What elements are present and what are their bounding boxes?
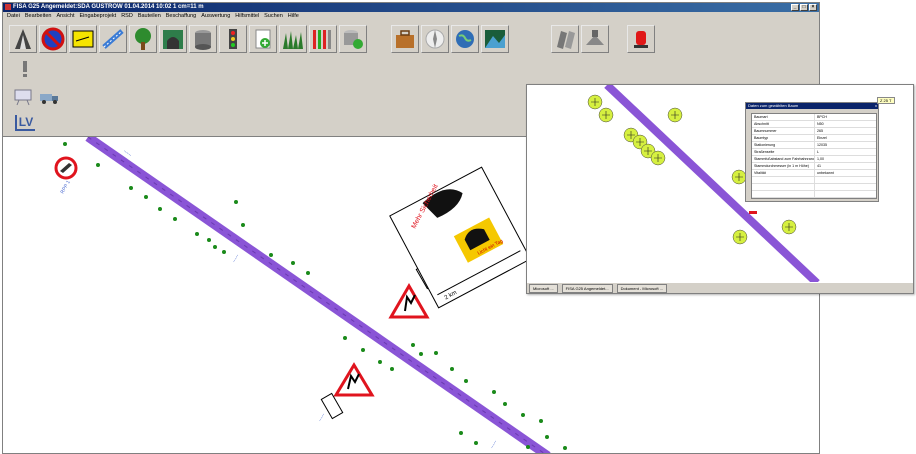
flag-pair-icon bbox=[557, 31, 575, 49]
no-parking-icon bbox=[41, 27, 65, 51]
add-object-icon bbox=[255, 29, 271, 49]
svg-text:~~~: ~~~ bbox=[232, 253, 242, 264]
exclamation-icon bbox=[23, 61, 27, 77]
terrain-button[interactable] bbox=[481, 25, 509, 53]
tree-data-table: Baumart BPCH Abschnitt N50 Baumnummer 265 B… bbox=[751, 113, 877, 199]
traffic-light-button[interactable] bbox=[219, 25, 247, 53]
menu-bar: Datei Bearbeiten Ansicht Eingabeprojekt … bbox=[3, 12, 819, 21]
table-row bbox=[752, 177, 876, 184]
road-sign-icon bbox=[15, 29, 31, 49]
table-row: Stationierung 12035 bbox=[752, 142, 876, 149]
tree-button[interactable] bbox=[129, 25, 157, 53]
main-toolbar bbox=[9, 25, 655, 55]
warning-light-icon bbox=[634, 31, 648, 48]
menu-bearbeiten[interactable]: Bearbeiten bbox=[25, 12, 52, 21]
table-row bbox=[752, 184, 876, 191]
traffic-light-icon bbox=[229, 29, 237, 49]
table-row bbox=[752, 191, 876, 198]
luggage-button[interactable] bbox=[391, 25, 419, 53]
table-row: Baumart BPCH bbox=[752, 114, 876, 121]
posts-button[interactable] bbox=[309, 25, 337, 53]
table-row: Vitalität unbekannt bbox=[752, 170, 876, 177]
projector-icon bbox=[14, 89, 32, 106]
add-object-button[interactable] bbox=[249, 25, 277, 53]
no-parking-button[interactable] bbox=[39, 25, 67, 53]
dialog-title: Daten zum gewählten Baum x bbox=[746, 103, 878, 109]
table-row: Straßenseite L bbox=[752, 149, 876, 156]
database-icon bbox=[344, 30, 363, 49]
truck-button[interactable] bbox=[37, 86, 61, 108]
table-row: Stammdurchmesser (in 1 m Höhe) 41 bbox=[752, 163, 876, 170]
table-row: Baumnummer 265 bbox=[752, 128, 876, 135]
warning-sign-upper bbox=[388, 283, 430, 319]
menu-suchen[interactable]: Suchen bbox=[264, 12, 283, 21]
barrel-button[interactable] bbox=[189, 25, 217, 53]
marking-button[interactable] bbox=[99, 25, 127, 53]
app-icon bbox=[5, 4, 11, 10]
export-icon bbox=[586, 30, 604, 45]
maximize-button[interactable]: □ bbox=[800, 4, 808, 11]
lv-icon: LV bbox=[14, 115, 36, 131]
sign-label: RPP 1 bbox=[60, 179, 72, 195]
table-row: Stammfußabstand zum Fahrbahnrand 1,00 bbox=[752, 156, 876, 163]
tunnel-icon bbox=[163, 30, 183, 49]
yellow-sign-button[interactable] bbox=[69, 25, 97, 53]
globe-button[interactable] bbox=[451, 25, 479, 53]
selected-tree-marker bbox=[749, 211, 757, 214]
window-controls: _ □ × bbox=[791, 4, 817, 11]
close-button[interactable]: × bbox=[809, 4, 817, 11]
inset-screenshot: Daten zum gewählten Baum x Baumart BPCH Ab… bbox=[526, 84, 914, 294]
menu-auswertung[interactable]: Auswertung bbox=[201, 12, 230, 21]
window-title: FISA G25 Angemeldet:SDA GÜSTROW 01.04.20… bbox=[13, 4, 204, 10]
globe-icon bbox=[456, 30, 474, 48]
tunnel-button[interactable] bbox=[159, 25, 187, 53]
grass-button[interactable] bbox=[279, 25, 307, 53]
taskbar-item[interactable]: Microsoft ... bbox=[529, 283, 558, 293]
table-row: Baumtyp Einzel bbox=[752, 135, 876, 142]
menu-beschaffung[interactable]: Beschaffung bbox=[166, 12, 196, 21]
taskbar-item[interactable]: Dokument - Microsoft ... bbox=[616, 283, 668, 293]
minimize-button[interactable]: _ bbox=[791, 4, 799, 11]
grass-icon bbox=[283, 31, 303, 49]
menu-datei[interactable]: Datei bbox=[7, 12, 20, 21]
lv-button[interactable]: LV bbox=[13, 112, 37, 134]
striped-marking-icon bbox=[102, 29, 124, 49]
tree-data-dialog: Daten zum gewählten Baum x Baumart BPCH Ab… bbox=[745, 102, 879, 202]
road-sign-button[interactable] bbox=[9, 25, 37, 53]
terrain-icon bbox=[485, 30, 505, 48]
svg-text:~~~: ~~~ bbox=[490, 439, 500, 450]
posts-icon bbox=[313, 30, 331, 49]
warning-light-button[interactable] bbox=[627, 25, 655, 53]
warning-side-button[interactable] bbox=[13, 58, 37, 80]
menu-rsd[interactable]: RSD bbox=[121, 12, 133, 21]
compass-icon bbox=[425, 29, 445, 49]
menu-eingabeprojekt[interactable]: Eingabeprojekt bbox=[80, 12, 117, 21]
title-bar: FISA G25 Angemeldet:SDA GÜSTROW 01.04.20… bbox=[3, 3, 819, 12]
tree-icon bbox=[135, 28, 151, 50]
barrel-icon bbox=[195, 30, 211, 50]
menu-hilfsmittel[interactable]: Hilfsmittel bbox=[235, 12, 259, 21]
svg-text:~~~: ~~~ bbox=[318, 412, 328, 423]
database-button[interactable] bbox=[339, 25, 367, 53]
yellow-sign-icon bbox=[72, 30, 94, 48]
menu-hilfe[interactable]: Hilfe bbox=[288, 12, 299, 21]
export-button[interactable] bbox=[581, 25, 609, 53]
inset-tag: Z 25 T bbox=[877, 97, 895, 104]
truck-icon bbox=[40, 94, 58, 104]
table-row: Abschnitt N50 bbox=[752, 121, 876, 128]
warning-sign-lower bbox=[333, 362, 375, 397]
menu-ansicht[interactable]: Ansicht bbox=[56, 12, 74, 21]
taskbar-item[interactable]: FISA G25 Angemeldet... bbox=[561, 283, 613, 293]
inset-taskbar: Microsoft ... FISA G25 Angemeldet... Dok… bbox=[527, 282, 913, 293]
compass-button[interactable] bbox=[421, 25, 449, 53]
flags-button[interactable] bbox=[551, 25, 579, 53]
luggage-icon bbox=[396, 30, 414, 48]
menu-bauteilen[interactable]: Bauteilen bbox=[138, 12, 161, 21]
projector-button[interactable] bbox=[11, 86, 35, 108]
prohibition-sign bbox=[54, 156, 78, 180]
